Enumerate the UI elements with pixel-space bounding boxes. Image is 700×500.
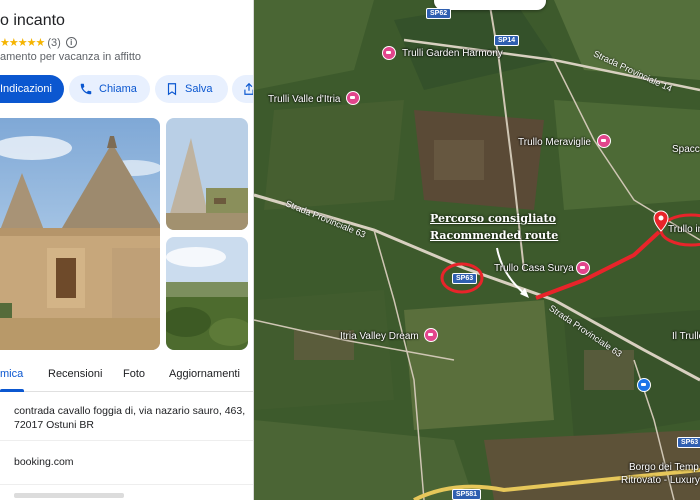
road-shield-sp63-2: SP63 (677, 437, 700, 448)
divider (0, 440, 253, 441)
directions-button[interactable]: Indicazioni (0, 75, 64, 103)
place-pin-itria-valley[interactable] (424, 328, 438, 342)
place-label-borgo[interactable]: Borgo dei Temp (629, 462, 699, 473)
rating-stars: ★★★★★ (0, 37, 45, 49)
tab-updates[interactable]: Aggiornamenti (169, 368, 240, 380)
directions-label: Indicazioni (0, 83, 52, 95)
share-icon (244, 82, 253, 95)
place-label-trullo-casa-surya[interactable]: Trullo Casa Surya (494, 263, 574, 274)
tab-photos[interactable]: Foto (123, 368, 145, 380)
route-annotation-english: Racommended route (430, 229, 559, 242)
place-details-panel: o incanto ★★★★★ (3) i amento per vacanza… (0, 0, 254, 500)
share-button[interactable] (232, 75, 253, 103)
divider (0, 484, 253, 485)
website-row[interactable]: booking.com (0, 455, 253, 469)
place-label-spacc[interactable]: Spacc (672, 144, 700, 155)
call-label: Chiama (99, 83, 137, 95)
place-pin-trulli-valle[interactable] (346, 91, 360, 105)
place-pin-hotel[interactable] (637, 378, 651, 392)
active-tab-indicator (0, 389, 24, 392)
place-title: o incanto (0, 12, 65, 29)
rating-row: ★★★★★ (3) i (0, 36, 77, 49)
tab-bar: mica Recensioni Foto Aggiornamenti (0, 358, 253, 392)
route-annotation-italian: Percorso consigliato (430, 212, 556, 225)
place-pin-trulli-garden[interactable] (382, 46, 396, 60)
place-pin-trullo-meraviglie[interactable] (597, 134, 611, 148)
road-shield-sp62: SP62 (426, 8, 452, 19)
review-count[interactable]: (3) (47, 37, 60, 49)
info-icon[interactable]: i (65, 37, 77, 48)
place-label-ritrovato[interactable]: Ritrovato - Luxury (621, 475, 700, 486)
place-label-trulli-valle[interactable]: Trulli Valle d'Itria (268, 94, 341, 105)
place-label-trulli-garden[interactable]: Trulli Garden Harmony (402, 48, 503, 59)
place-photo-bottom[interactable] (166, 237, 248, 350)
place-label-trullo-meraviglie[interactable]: Trullo Meraviglie (518, 137, 591, 148)
place-photo-top[interactable] (166, 118, 248, 230)
road-shield-sp581: SP581 (452, 489, 482, 500)
place-label-trullo-in[interactable]: Trullo in (668, 224, 700, 235)
tab-overview[interactable]: mica (0, 368, 23, 380)
info-row-partial (14, 493, 124, 498)
call-button[interactable]: Chiama (69, 75, 150, 103)
tab-reviews[interactable]: Recensioni (48, 368, 102, 380)
phone-icon (80, 83, 92, 95)
place-label-il-trullo[interactable]: Il Trullo (672, 331, 700, 342)
place-photo-main[interactable] (0, 118, 160, 350)
place-label-itria-valley[interactable]: Itria Valley Dream (340, 331, 419, 342)
road-shield-sp14: SP14 (494, 35, 520, 46)
place-pin-trullo-casa-surya[interactable] (576, 261, 590, 275)
place-category: amento per vacanza in affitto (0, 51, 142, 63)
address-row[interactable]: contrada cavallo foggia di, via nazario … (0, 404, 253, 432)
satellite-map[interactable]: SP62 SP14 SP63 SP63 SP581 Trulli Garden … (254, 0, 700, 500)
road-shield-sp63: SP63 (452, 273, 478, 284)
save-label: Salva (185, 83, 213, 95)
bookmark-icon (167, 83, 177, 96)
save-button[interactable]: Salva (155, 75, 228, 103)
